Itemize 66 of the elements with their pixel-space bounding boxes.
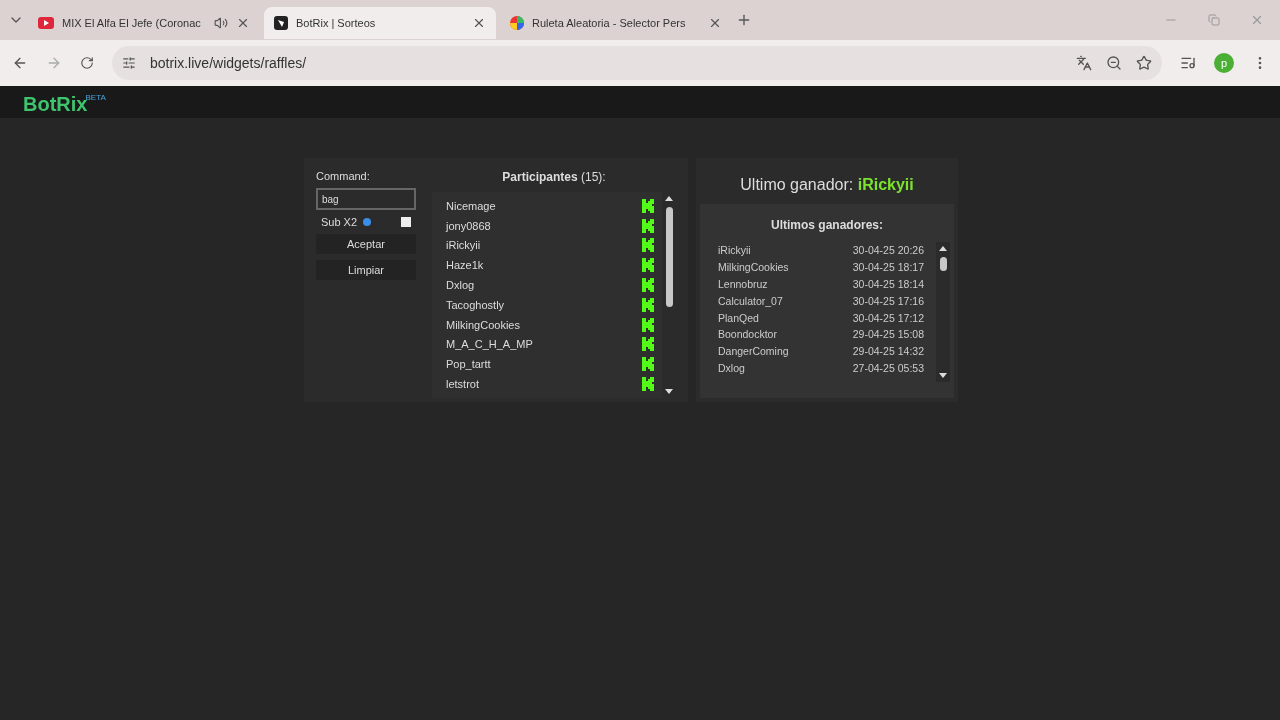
participants-title: Participantes (15): (502, 170, 606, 184)
reload-icon[interactable] (80, 56, 94, 70)
winner-name: PlanQed (718, 311, 759, 324)
close-tab-icon[interactable] (708, 16, 722, 30)
winner-name: Boondocktor (718, 328, 777, 341)
participant-name: Tacoghostly (446, 298, 505, 311)
kick-icon (642, 218, 654, 233)
kick-icon (642, 377, 654, 392)
speaker-icon[interactable] (214, 16, 228, 30)
winner-name: DangerComing (718, 345, 789, 358)
info-icon (363, 218, 372, 226)
winner-date: 30-04-25 17:12 (852, 311, 924, 324)
participant-name: Dxlog (446, 279, 475, 292)
last-winner-text: Ultimo ganador: iRickyii (740, 176, 914, 194)
kick-icon (642, 258, 654, 273)
close-tab-icon[interactable] (472, 16, 486, 30)
command-field[interactable]: bag (316, 188, 416, 210)
app-icon (274, 16, 288, 30)
kick-icon (642, 198, 654, 213)
color-wheel-icon (510, 16, 524, 30)
winner-date: 29-04-25 15:08 (852, 328, 924, 341)
new-tab-icon[interactable] (736, 12, 752, 28)
winners-title: Ultimos ganadores: (771, 218, 883, 232)
kick-icon (642, 278, 654, 293)
action-button[interactable]: Limpiar (316, 260, 416, 280)
participant-name: Nicemage (446, 199, 496, 212)
action-button[interactable]: Aceptar (316, 234, 416, 254)
winner-date: 30-04-25 17:16 (852, 294, 924, 307)
winner-name: MilkingCookies (718, 261, 789, 274)
kick-icon (642, 238, 654, 253)
kick-icon (642, 357, 654, 372)
participant-name: Pop_tartt (446, 358, 491, 371)
star-icon[interactable] (1136, 55, 1152, 71)
browser-tab[interactable]: BotRix | Sorteos (264, 7, 496, 39)
media-icon[interactable] (1180, 55, 1196, 71)
winner-name: Dxlog (718, 361, 745, 374)
video-icon (38, 17, 54, 29)
sub-checkbox[interactable] (401, 217, 412, 227)
winner-date: 30-04-25 18:17 (852, 261, 924, 274)
browser-tab[interactable]: MIX El Alfa El Jefe (Coronac (28, 7, 260, 39)
winner-date: 29-04-25 14:32 (852, 345, 924, 358)
browser-tab[interactable]: Ruleta Aleatoria - Selector Pers (500, 7, 732, 39)
participant-name: M_A_C_H_A_MP (446, 338, 533, 351)
winner-date: 30-04-25 18:14 (852, 278, 924, 290)
winner-name: iRickyii (718, 244, 751, 257)
address-bar[interactable]: botrix.live/widgets/raffles/ (112, 46, 1162, 80)
kick-icon (642, 337, 654, 352)
translate-icon[interactable] (1076, 55, 1092, 71)
winner-date: 30-04-25 20:26 (852, 244, 924, 257)
kick-icon (642, 297, 654, 312)
scrollbar[interactable] (936, 242, 950, 382)
winner-name: Calculator_07 (718, 294, 783, 307)
participant-name: iRickyii (446, 239, 481, 252)
zoom-out-icon[interactable] (1106, 55, 1122, 71)
kick-icon (642, 317, 654, 332)
winner-name: Lennobruz (718, 278, 768, 290)
sub-label: Sub X2 (320, 216, 358, 228)
winner-date: 27-04-25 05:53 (852, 361, 924, 374)
participant-name: jony0868 (446, 219, 491, 232)
command-label: Command: (316, 170, 371, 182)
participant-name: MilkingCookies (446, 318, 520, 331)
participant-name: letstrot (446, 378, 479, 391)
back-icon[interactable] (12, 55, 28, 71)
participant-name: Haze1k (446, 259, 484, 272)
site-settings-icon[interactable] (122, 56, 136, 70)
close-tab-icon[interactable] (236, 16, 250, 30)
